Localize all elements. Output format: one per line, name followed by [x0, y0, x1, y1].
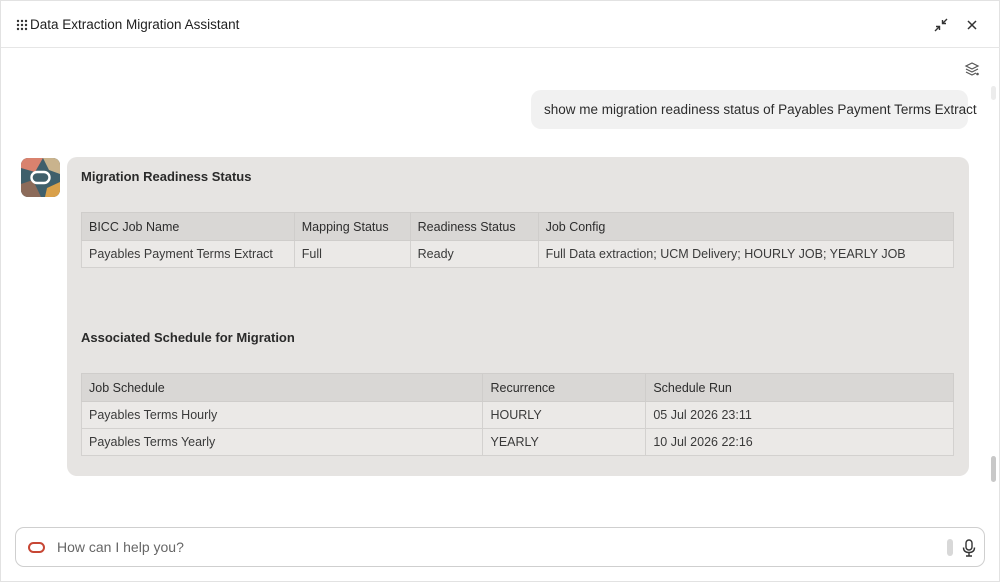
oracle-logo-icon: [28, 542, 45, 553]
assistant-avatar-icon: [21, 158, 60, 197]
table-row: Payables Payment Terms Extract Full Read…: [81, 240, 955, 268]
table-cell: Full: [293, 240, 411, 268]
readiness-section-title: Migration Readiness Status: [81, 169, 252, 184]
table-cell: Payables Terms Hourly: [80, 401, 484, 429]
window-header: Data Extraction Migration Assistant: [1, 1, 1000, 48]
chat-input[interactable]: [57, 528, 937, 566]
layers-icon: [964, 62, 980, 76]
column-header: Mapping Status: [293, 212, 411, 241]
table-cell: Full Data extraction; UCM Delivery; HOUR…: [537, 240, 955, 268]
table-cell: 05 Jul 2026 23:11: [645, 401, 954, 429]
scroll-track: [991, 86, 996, 100]
table-row: Payables Terms Hourly HOURLY 05 Jul 2026…: [80, 401, 954, 429]
column-header: Readiness Status: [409, 212, 539, 241]
readiness-table: BICC Job Name Mapping Status Readiness S…: [81, 212, 955, 268]
microphone-icon: [962, 539, 976, 557]
close-icon: [967, 20, 977, 30]
column-header: Job Schedule: [80, 373, 484, 402]
assistant-response: Migration Readiness Status BICC Job Name…: [67, 157, 969, 476]
column-header: Recurrence: [482, 373, 647, 402]
close-button[interactable]: [962, 15, 982, 35]
scroll-thumb[interactable]: [991, 456, 996, 482]
chat-input-bar: [15, 527, 985, 567]
collapse-button[interactable]: [931, 15, 951, 35]
microphone-button[interactable]: [960, 538, 978, 558]
input-resize-handle[interactable]: [947, 539, 953, 556]
table-header-row: Job Schedule Recurrence Schedule Run: [80, 373, 954, 402]
table-cell: HOURLY: [482, 401, 647, 429]
user-message: show me migration readiness status of Pa…: [531, 90, 977, 129]
table-cell: YEARLY: [482, 428, 647, 456]
column-header: Schedule Run: [645, 373, 954, 402]
table-cell: 10 Jul 2026 22:16: [645, 428, 954, 456]
table-row: Payables Terms Yearly YEARLY 10 Jul 2026…: [80, 428, 954, 456]
column-header: Job Config: [537, 212, 955, 241]
column-header: BICC Job Name: [81, 212, 295, 241]
table-cell: Ready: [409, 240, 539, 268]
assistant-avatar: [21, 158, 60, 197]
table-cell: Payables Payment Terms Extract: [81, 240, 295, 268]
chat-scrollbar[interactable]: [989, 86, 997, 516]
schedule-table: Job Schedule Recurrence Schedule Run Pay…: [80, 373, 954, 456]
schedule-section-title: Associated Schedule for Migration: [81, 330, 295, 345]
table-header-row: BICC Job Name Mapping Status Readiness S…: [81, 212, 955, 241]
collapse-arrows-icon: [934, 18, 948, 32]
layers-button[interactable]: [962, 59, 982, 79]
table-cell: Payables Terms Yearly: [80, 428, 484, 456]
window-title: Data Extraction Migration Assistant: [30, 17, 240, 32]
grip-dots-icon[interactable]: [16, 19, 28, 31]
assistant-window: Data Extraction Migration Assistant show…: [0, 0, 1000, 582]
